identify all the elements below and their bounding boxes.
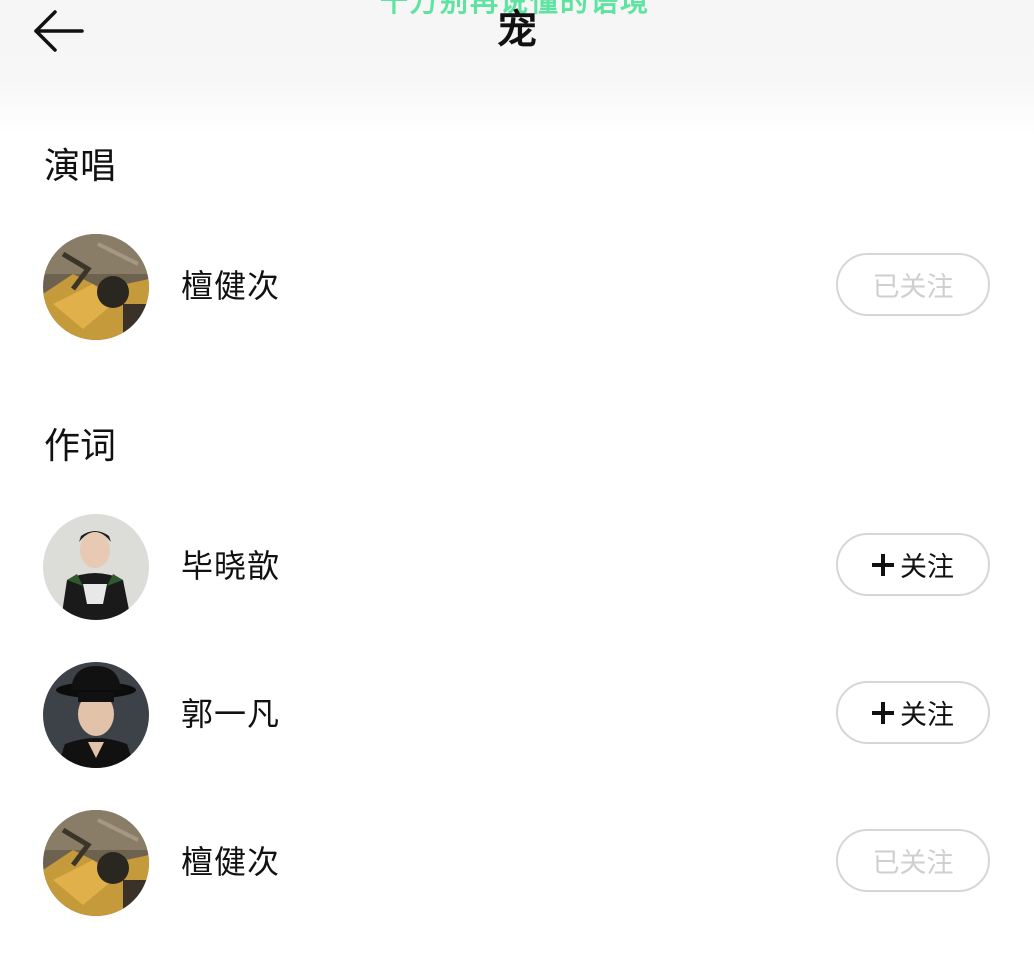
follow-label: 已关注 — [872, 848, 954, 879]
plus-icon — [872, 553, 894, 576]
person-name: 檀健次 — [181, 267, 281, 305]
avatar-image — [43, 514, 149, 620]
follow-label: 关注 — [900, 700, 954, 731]
person-name: 檀健次 — [181, 843, 281, 881]
follow-label: 已关注 — [872, 272, 954, 303]
avatar[interactable] — [43, 662, 149, 768]
follow-button[interactable]: 关注 — [836, 681, 990, 744]
list-item[interactable]: 檀健次 已关注 — [0, 810, 1034, 920]
person-name: 毕晓歆 — [181, 547, 281, 585]
avatar-image — [43, 234, 149, 340]
avatar[interactable] — [43, 514, 149, 620]
following-button[interactable]: 已关注 — [836, 829, 990, 892]
page-title: 宠 — [497, 7, 537, 53]
list-item[interactable]: 郭一凡 关注 — [0, 662, 1034, 772]
section-title-singer: 演唱 — [44, 146, 117, 187]
avatar[interactable] — [43, 234, 149, 340]
plus-icon — [872, 701, 894, 724]
song-credits-page: 千万别再说懂的语境 宠 演唱 檀健次 已关注 作词 毕晓歆 关注 郭一凡 关注 … — [0, 0, 1034, 960]
avatar-image — [43, 810, 149, 916]
following-button[interactable]: 已关注 — [836, 253, 990, 316]
avatar-image — [43, 662, 149, 768]
header-bar: 千万别再说懂的语境 宠 — [0, 0, 1034, 135]
list-item[interactable]: 檀健次 已关注 — [0, 234, 1034, 344]
section-title-lyricist: 作词 — [44, 426, 117, 467]
follow-button[interactable]: 关注 — [836, 533, 990, 596]
follow-label: 关注 — [900, 552, 954, 583]
person-name: 郭一凡 — [181, 695, 281, 733]
avatar[interactable] — [43, 810, 149, 916]
list-item[interactable]: 毕晓歆 关注 — [0, 514, 1034, 624]
